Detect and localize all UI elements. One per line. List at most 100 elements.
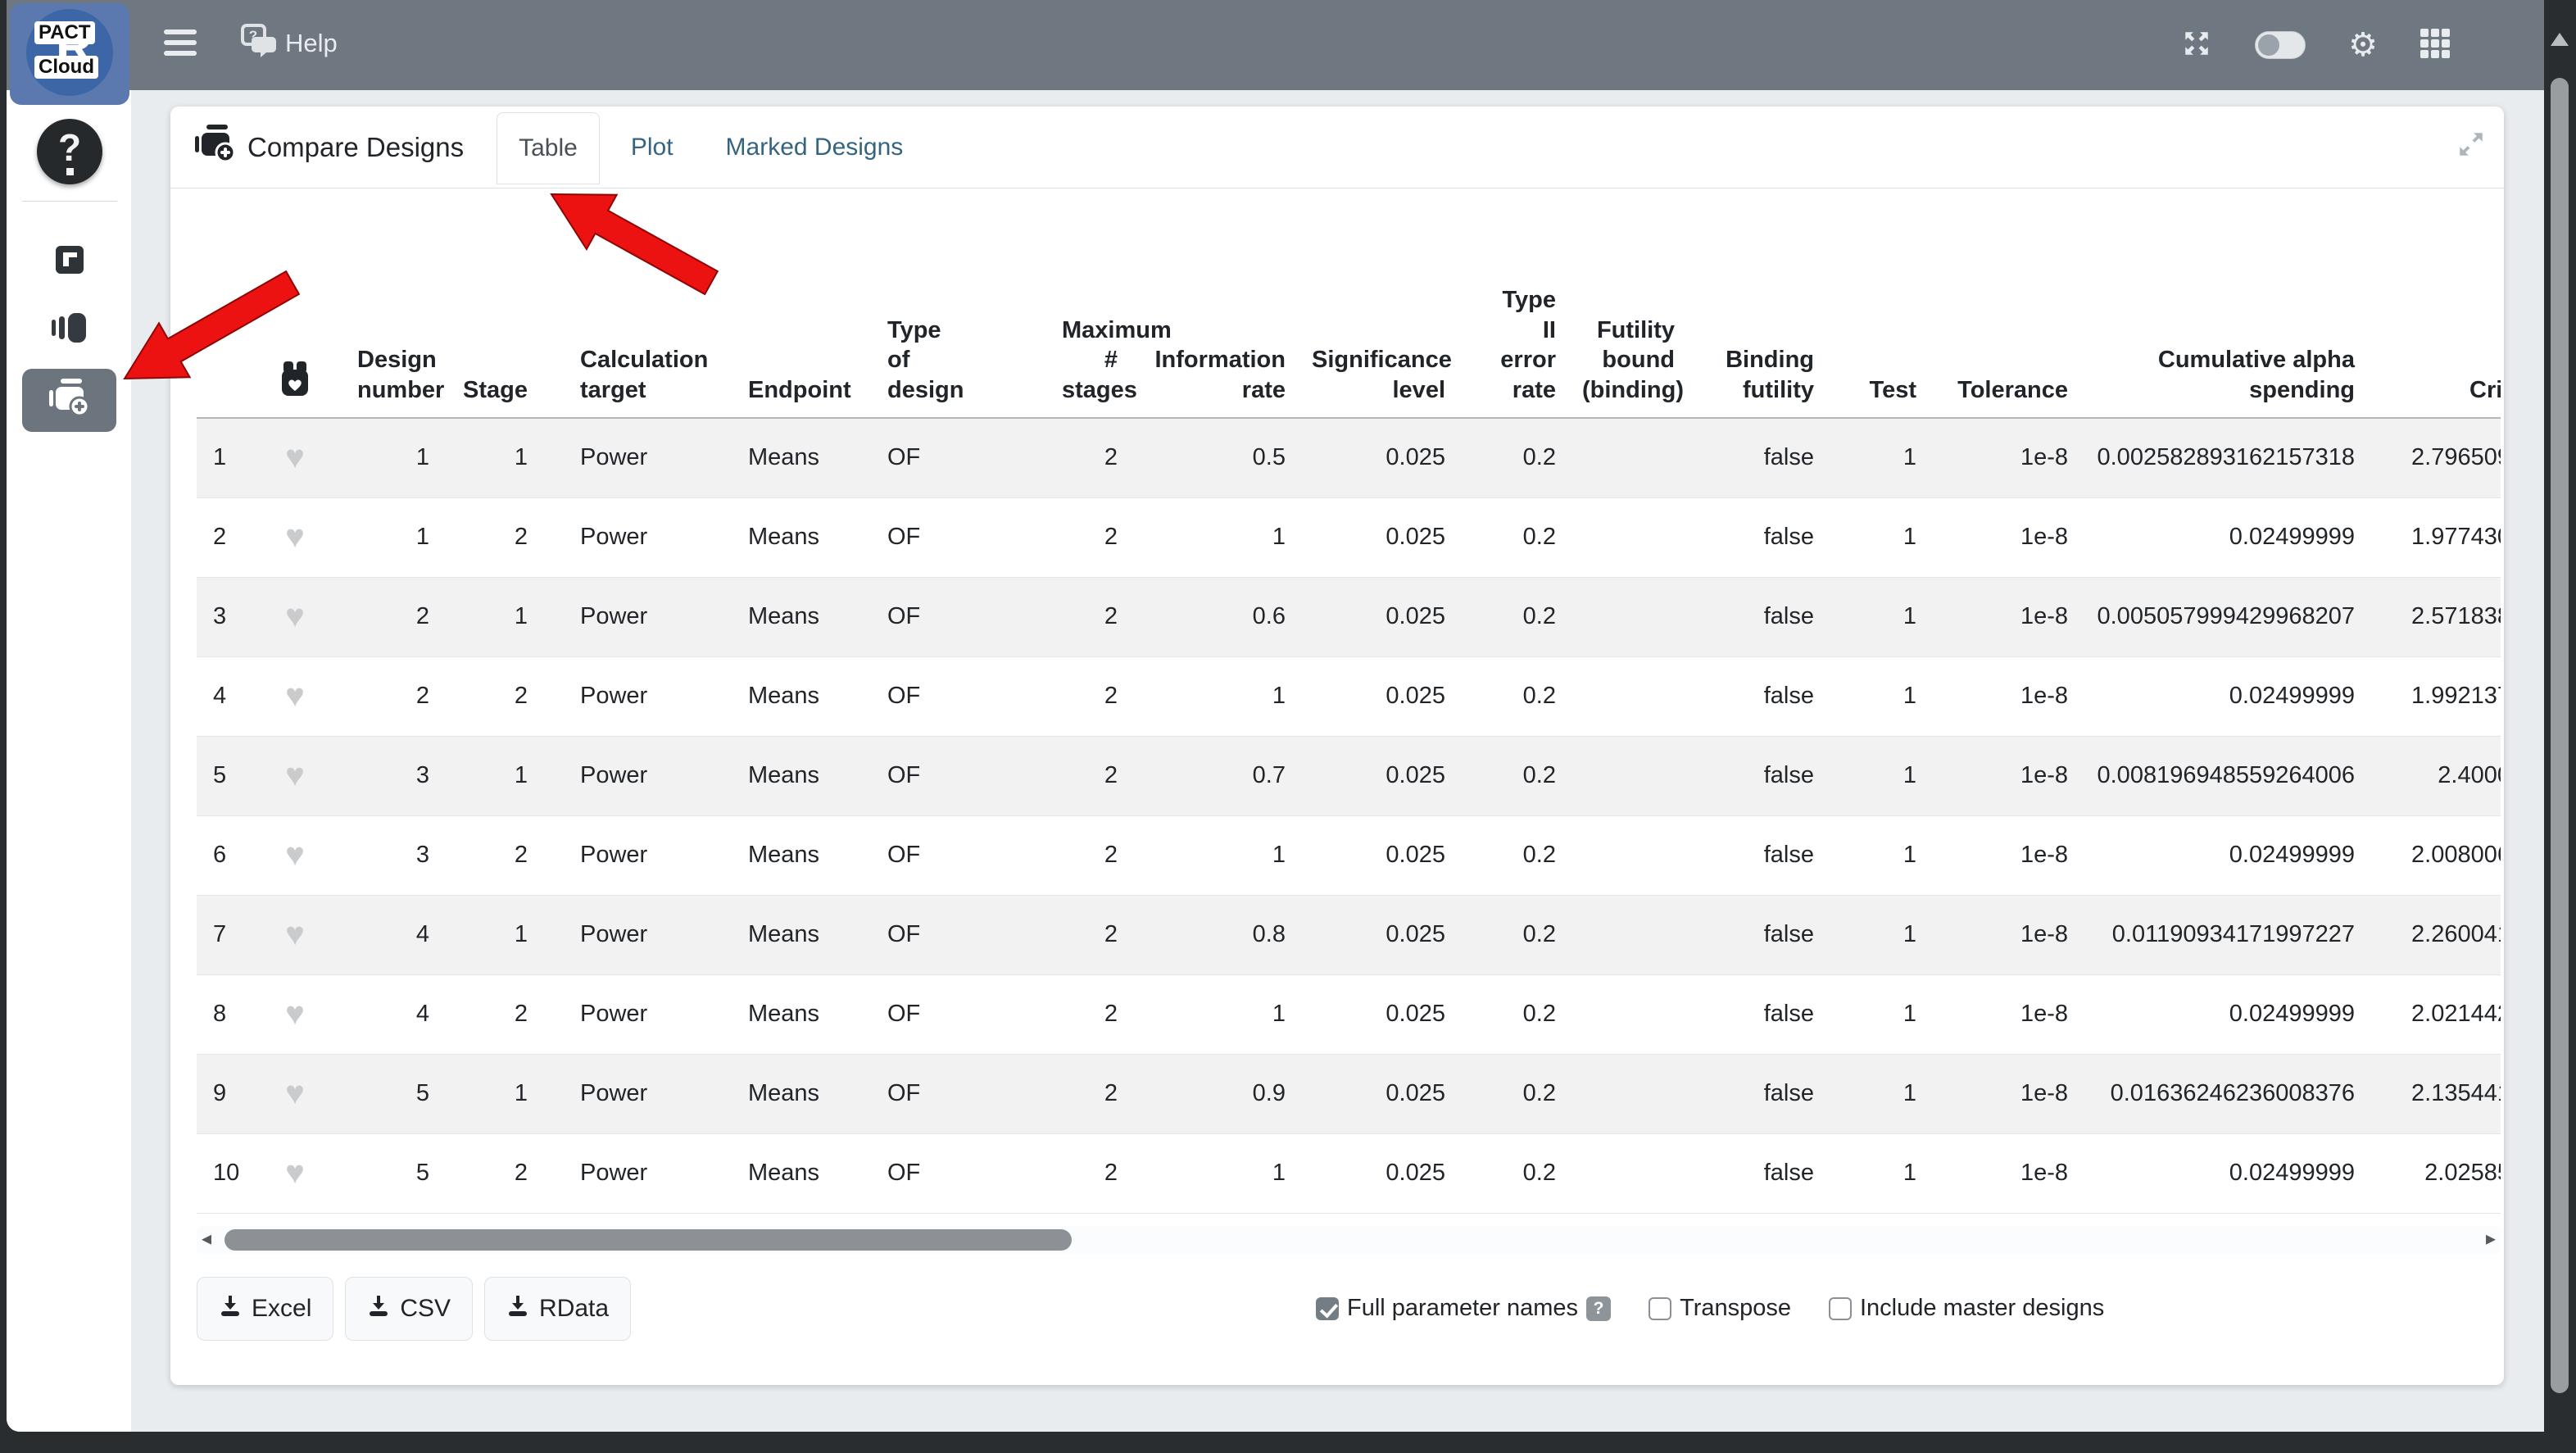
cell-binding_futility: false xyxy=(1688,418,1827,497)
cell-information_rate: 0.9 xyxy=(1131,1054,1299,1133)
heart-icon[interactable]: ♥ xyxy=(285,1155,305,1191)
designs-table: Design numberStageCalculation targetEndp… xyxy=(197,229,2501,1214)
checkbox-checked-icon[interactable] xyxy=(1316,1297,1339,1320)
cell-test: 1 xyxy=(1827,736,1930,815)
transpose-checkbox[interactable]: Transpose xyxy=(1649,1295,1791,1322)
cell-tolerance: 1e-8 xyxy=(1930,1054,2081,1133)
cell-test: 1 xyxy=(1827,974,1930,1054)
heart-icon[interactable]: ♥ xyxy=(285,916,305,952)
cell-maximum_stages: 2 xyxy=(1049,1054,1131,1133)
tab-marked-designs[interactable]: Marked Designs xyxy=(705,112,925,183)
cell-type_of_design: OF xyxy=(873,736,1049,815)
heart-icon[interactable]: ♥ xyxy=(285,837,305,873)
cell-critical_value: 1.992137 xyxy=(2368,656,2501,736)
cell-marked: ♥ xyxy=(246,1133,344,1213)
cell-type_ii_error_rate: 0.2 xyxy=(1458,1054,1569,1133)
logo-text-pact: PACT xyxy=(34,21,95,44)
csv-export-button[interactable]: CSV xyxy=(345,1277,473,1341)
cell-test: 1 xyxy=(1827,577,1930,656)
cell-tolerance: 1e-8 xyxy=(1930,736,2081,815)
download-icon xyxy=(367,1294,390,1324)
cell-cumulative_alpha_spending: 0.02499999 xyxy=(2081,656,2368,736)
col-header-maximum_stages: Maximum # stages xyxy=(1049,229,1131,418)
hamburger-menu-icon[interactable] xyxy=(164,30,197,61)
checkbox-unchecked-icon[interactable] xyxy=(1649,1297,1671,1320)
cell-cumulative_alpha_spending: 0.002582893162157318 xyxy=(2081,418,2368,497)
col-header-index xyxy=(197,229,246,418)
cell-tolerance: 1e-8 xyxy=(1930,418,2081,497)
col-header-cumulative_alpha_spending: Cumulative alpha spending xyxy=(2081,229,2368,418)
horizontal-scrollbar-thumb[interactable] xyxy=(224,1229,1072,1251)
col-header-binding_futility: Binding futility xyxy=(1688,229,1827,418)
table-horizontal-scrollbar[interactable]: ◂ ▸ xyxy=(197,1226,2501,1254)
expand-card-icon[interactable] xyxy=(2456,129,2486,163)
table-row: 10♥52PowerMeansOF210.0250.2false11e-80.0… xyxy=(197,1133,2501,1213)
heart-icon[interactable]: ♥ xyxy=(285,519,305,555)
cell-index: 8 xyxy=(197,974,246,1054)
cell-information_rate: 1 xyxy=(1131,815,1299,895)
help-label: Help xyxy=(285,29,338,58)
vertical-scrollbar-thumb[interactable] xyxy=(2551,78,2569,1393)
tab-table[interactable]: Table xyxy=(497,112,600,184)
cell-endpoint: Means xyxy=(705,1054,873,1133)
col-header-test: Test xyxy=(1827,229,1930,418)
heart-icon[interactable]: ♥ xyxy=(285,1075,305,1111)
grid-icon[interactable] xyxy=(2420,29,2450,62)
table-row: 5♥31PowerMeansOF20.70.0250.2false11e-80.… xyxy=(197,736,2501,815)
cell-maximum_stages: 2 xyxy=(1049,1133,1131,1213)
cell-information_rate: 0.8 xyxy=(1131,895,1299,974)
heart-icon[interactable]: ♥ xyxy=(285,678,305,714)
cell-calculation_target: Power xyxy=(541,1133,705,1213)
cell-endpoint: Means xyxy=(705,974,873,1054)
cell-test: 1 xyxy=(1827,815,1930,895)
scroll-right-arrow-icon[interactable]: ▸ xyxy=(2486,1227,2496,1251)
user-avatar[interactable]: ? xyxy=(37,119,102,184)
sidebar-item-flipboard[interactable] xyxy=(56,246,84,278)
help-badge-icon[interactable]: ? xyxy=(1586,1296,1611,1321)
cell-tolerance: 1e-8 xyxy=(1930,497,2081,577)
cell-index: 10 xyxy=(197,1133,246,1213)
fullscreen-icon[interactable] xyxy=(2181,28,2212,63)
cell-significance_level: 0.025 xyxy=(1299,736,1458,815)
sidebar-item-designs[interactable] xyxy=(52,313,86,347)
col-header-type_of_design: Type of design xyxy=(873,229,1049,418)
gear-icon[interactable]: ⚙ xyxy=(2348,29,2378,61)
full-parameter-names-checkbox[interactable]: Full parameter names ? xyxy=(1316,1295,1611,1322)
cell-futility_bound_binding xyxy=(1569,974,1688,1054)
cell-calculation_target: Power xyxy=(541,577,705,656)
cell-tolerance: 1e-8 xyxy=(1930,815,2081,895)
sidebar-item-compare-designs[interactable] xyxy=(22,369,116,432)
cell-maximum_stages: 2 xyxy=(1049,656,1131,736)
cell-index: 2 xyxy=(197,497,246,577)
cell-marked: ♥ xyxy=(246,815,344,895)
scroll-left-arrow-icon[interactable]: ◂ xyxy=(202,1227,211,1251)
cell-test: 1 xyxy=(1827,1054,1930,1133)
scroll-up-arrow-icon[interactable] xyxy=(2551,33,2569,46)
rdata-export-button[interactable]: RData xyxy=(484,1277,631,1341)
cell-design_number: 3 xyxy=(344,736,442,815)
tab-plot[interactable]: Plot xyxy=(610,112,695,183)
heart-icon[interactable]: ♥ xyxy=(285,996,305,1032)
excel-export-button[interactable]: Excel xyxy=(197,1277,333,1341)
cell-endpoint: Means xyxy=(705,815,873,895)
checkbox-unchecked-icon[interactable] xyxy=(1829,1297,1852,1320)
cell-cumulative_alpha_spending: 0.02499999 xyxy=(2081,815,2368,895)
cell-design_number: 1 xyxy=(344,418,442,497)
cell-calculation_target: Power xyxy=(541,497,705,577)
cell-significance_level: 0.025 xyxy=(1299,418,1458,497)
help-button[interactable]: ? Help xyxy=(241,23,338,64)
cell-cumulative_alpha_spending: 0.01190934171997227 xyxy=(2081,895,2368,974)
cell-stage: 2 xyxy=(442,1133,541,1213)
heart-icon[interactable]: ♥ xyxy=(285,757,305,793)
col-header-significance_level: Significance level xyxy=(1299,229,1458,418)
heart-icon[interactable]: ♥ xyxy=(285,598,305,634)
cell-type_of_design: OF xyxy=(873,974,1049,1054)
sidebar: ? xyxy=(7,90,131,1432)
include-master-designs-checkbox[interactable]: Include master designs xyxy=(1829,1295,2104,1322)
theme-toggle[interactable] xyxy=(2255,31,2306,59)
heart-icon[interactable]: ♥ xyxy=(285,439,305,475)
page-vertical-scrollbar[interactable] xyxy=(2544,0,2576,1453)
cell-binding_futility: false xyxy=(1688,895,1827,974)
cell-type_ii_error_rate: 0.2 xyxy=(1458,656,1569,736)
cell-information_rate: 1 xyxy=(1131,1133,1299,1213)
